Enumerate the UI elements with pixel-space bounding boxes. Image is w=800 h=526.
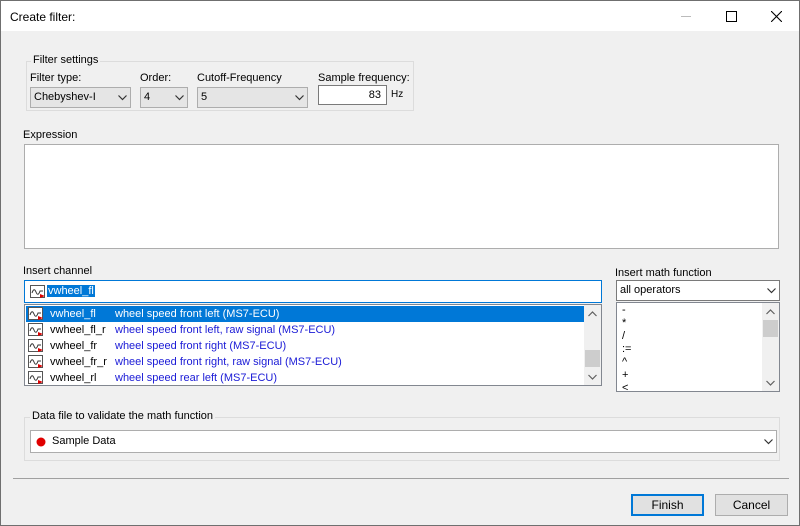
sample-frequency-label: Sample frequency: (318, 72, 410, 84)
close-icon (770, 10, 782, 22)
data-file-select[interactable]: Sample Data (30, 430, 777, 453)
scroll-down-button[interactable] (584, 368, 601, 385)
channel-row[interactable]: vwheel_fr wheel speed front right (MS7-EC… (26, 338, 584, 354)
filter-type-value: Chebyshev-I (34, 91, 96, 103)
maximize-button[interactable] (708, 1, 754, 31)
sample-frequency-input[interactable]: 83 (318, 85, 387, 105)
sample-frequency-unit: Hz (391, 89, 404, 100)
channel-description: wheel speed front right, raw signal (MS7… (115, 356, 342, 368)
channel-description: wheel speed front left, raw signal (MS7-… (115, 324, 336, 336)
finish-button[interactable]: Finish (631, 494, 704, 516)
channel-description: wheel speed front left (MS7-ECU) (115, 308, 280, 320)
channel-name: vwheel_fl_r (50, 324, 106, 336)
filter-type-select[interactable]: Chebyshev-I (30, 87, 131, 108)
operator-item[interactable]: / (622, 330, 625, 343)
footer-separator (13, 478, 789, 479)
channel-search-input[interactable]: vwheel_fl (24, 280, 602, 303)
insert-math-label: Insert math function (615, 267, 712, 279)
chevron-up-icon (766, 308, 775, 314)
channel-signal-icon (28, 307, 43, 320)
operator-item[interactable]: + (622, 369, 628, 382)
order-value: 4 (144, 91, 151, 103)
channel-row[interactable]: vwheel_rl wheel speed rear left (MS7-ECU) (26, 370, 584, 385)
maximize-icon (725, 10, 737, 22)
operator-item[interactable]: ^ (622, 356, 627, 369)
channel-list[interactable]: vwheel_fl wheel speed front left (MS7-ECU… (24, 304, 602, 386)
data-file-value: Sample Data (52, 435, 116, 447)
chevron-up-icon (588, 310, 597, 316)
chevron-down-icon (764, 439, 773, 445)
scroll-up-button[interactable] (584, 305, 601, 322)
channel-search-value: vwheel_fl (47, 285, 95, 297)
scroll-thumb[interactable] (763, 320, 778, 337)
operator-item[interactable]: < (622, 382, 628, 391)
chevron-down-icon (588, 374, 597, 380)
operator-item[interactable]: := (622, 343, 631, 356)
order-label: Order: (140, 72, 172, 84)
channel-name: vwheel_rl (50, 372, 97, 384)
cutoff-frequency-value: 5 (201, 91, 208, 103)
scroll-thumb[interactable] (585, 350, 600, 367)
create-filter-dialog: Create filter: Filter settings Filter ty… (0, 0, 800, 526)
order-select[interactable]: 4 (140, 87, 188, 108)
close-button[interactable] (753, 1, 799, 31)
operator-list-scrollbar[interactable] (762, 303, 779, 391)
math-category-select[interactable]: all operators (616, 280, 780, 301)
channel-name: vwheel_fr_r (50, 356, 107, 368)
minimize-icon (681, 16, 691, 17)
sample-frequency-value: 83 (368, 89, 381, 101)
scroll-down-button[interactable] (762, 374, 779, 391)
scroll-up-button[interactable] (762, 303, 779, 320)
insert-channel-label: Insert channel (23, 265, 93, 277)
channel-description: wheel speed front right (MS7-ECU) (115, 340, 287, 352)
cutoff-frequency-select[interactable]: 5 (197, 87, 308, 108)
math-category-value: all operators (620, 284, 681, 296)
chevron-down-icon (118, 95, 127, 101)
expression-label: Expression (23, 129, 78, 141)
channel-signal-icon (28, 355, 43, 368)
filter-type-label: Filter type: (30, 72, 82, 84)
cancel-button[interactable]: Cancel (715, 494, 788, 516)
operator-item[interactable]: - (622, 304, 626, 317)
chevron-down-icon (767, 288, 776, 294)
cutoff-frequency-label: Cutoff-Frequency (197, 72, 282, 84)
chevron-down-icon (295, 95, 304, 101)
channel-name: vwheel_fl (50, 308, 96, 320)
window-title: Create filter: (10, 10, 76, 24)
channel-signal-icon (28, 339, 43, 352)
filter-settings-legend: Filter settings (31, 54, 101, 66)
channel-signal-icon (28, 323, 43, 336)
chevron-down-icon (175, 95, 184, 101)
math-operator-list[interactable]: - * /:= ^ + < (616, 302, 780, 392)
channel-list-scrollbar[interactable] (584, 305, 601, 385)
channel-signal-icon (30, 285, 45, 298)
channel-name: vwheel_fr (50, 340, 98, 352)
expression-textarea[interactable] (24, 144, 779, 249)
operator-item[interactable]: * (622, 317, 626, 330)
channel-signal-icon (28, 371, 43, 384)
minimize-button[interactable] (663, 1, 709, 31)
channel-description: wheel speed rear left (MS7-ECU) (115, 372, 278, 384)
record-dot-icon (36, 437, 46, 447)
channel-row[interactable]: vwheel_fl_r wheel speed front left, raw s… (26, 322, 584, 338)
channel-row[interactable]: vwheel_fl wheel speed front left (MS7-ECU… (26, 306, 584, 322)
title-bar: Create filter: (1, 1, 799, 31)
channel-row[interactable]: vwheel_fr_r wheel speed front right, raw … (26, 354, 584, 370)
chevron-down-icon (766, 380, 775, 386)
data-file-legend: Data file to validate the math function (30, 410, 215, 422)
